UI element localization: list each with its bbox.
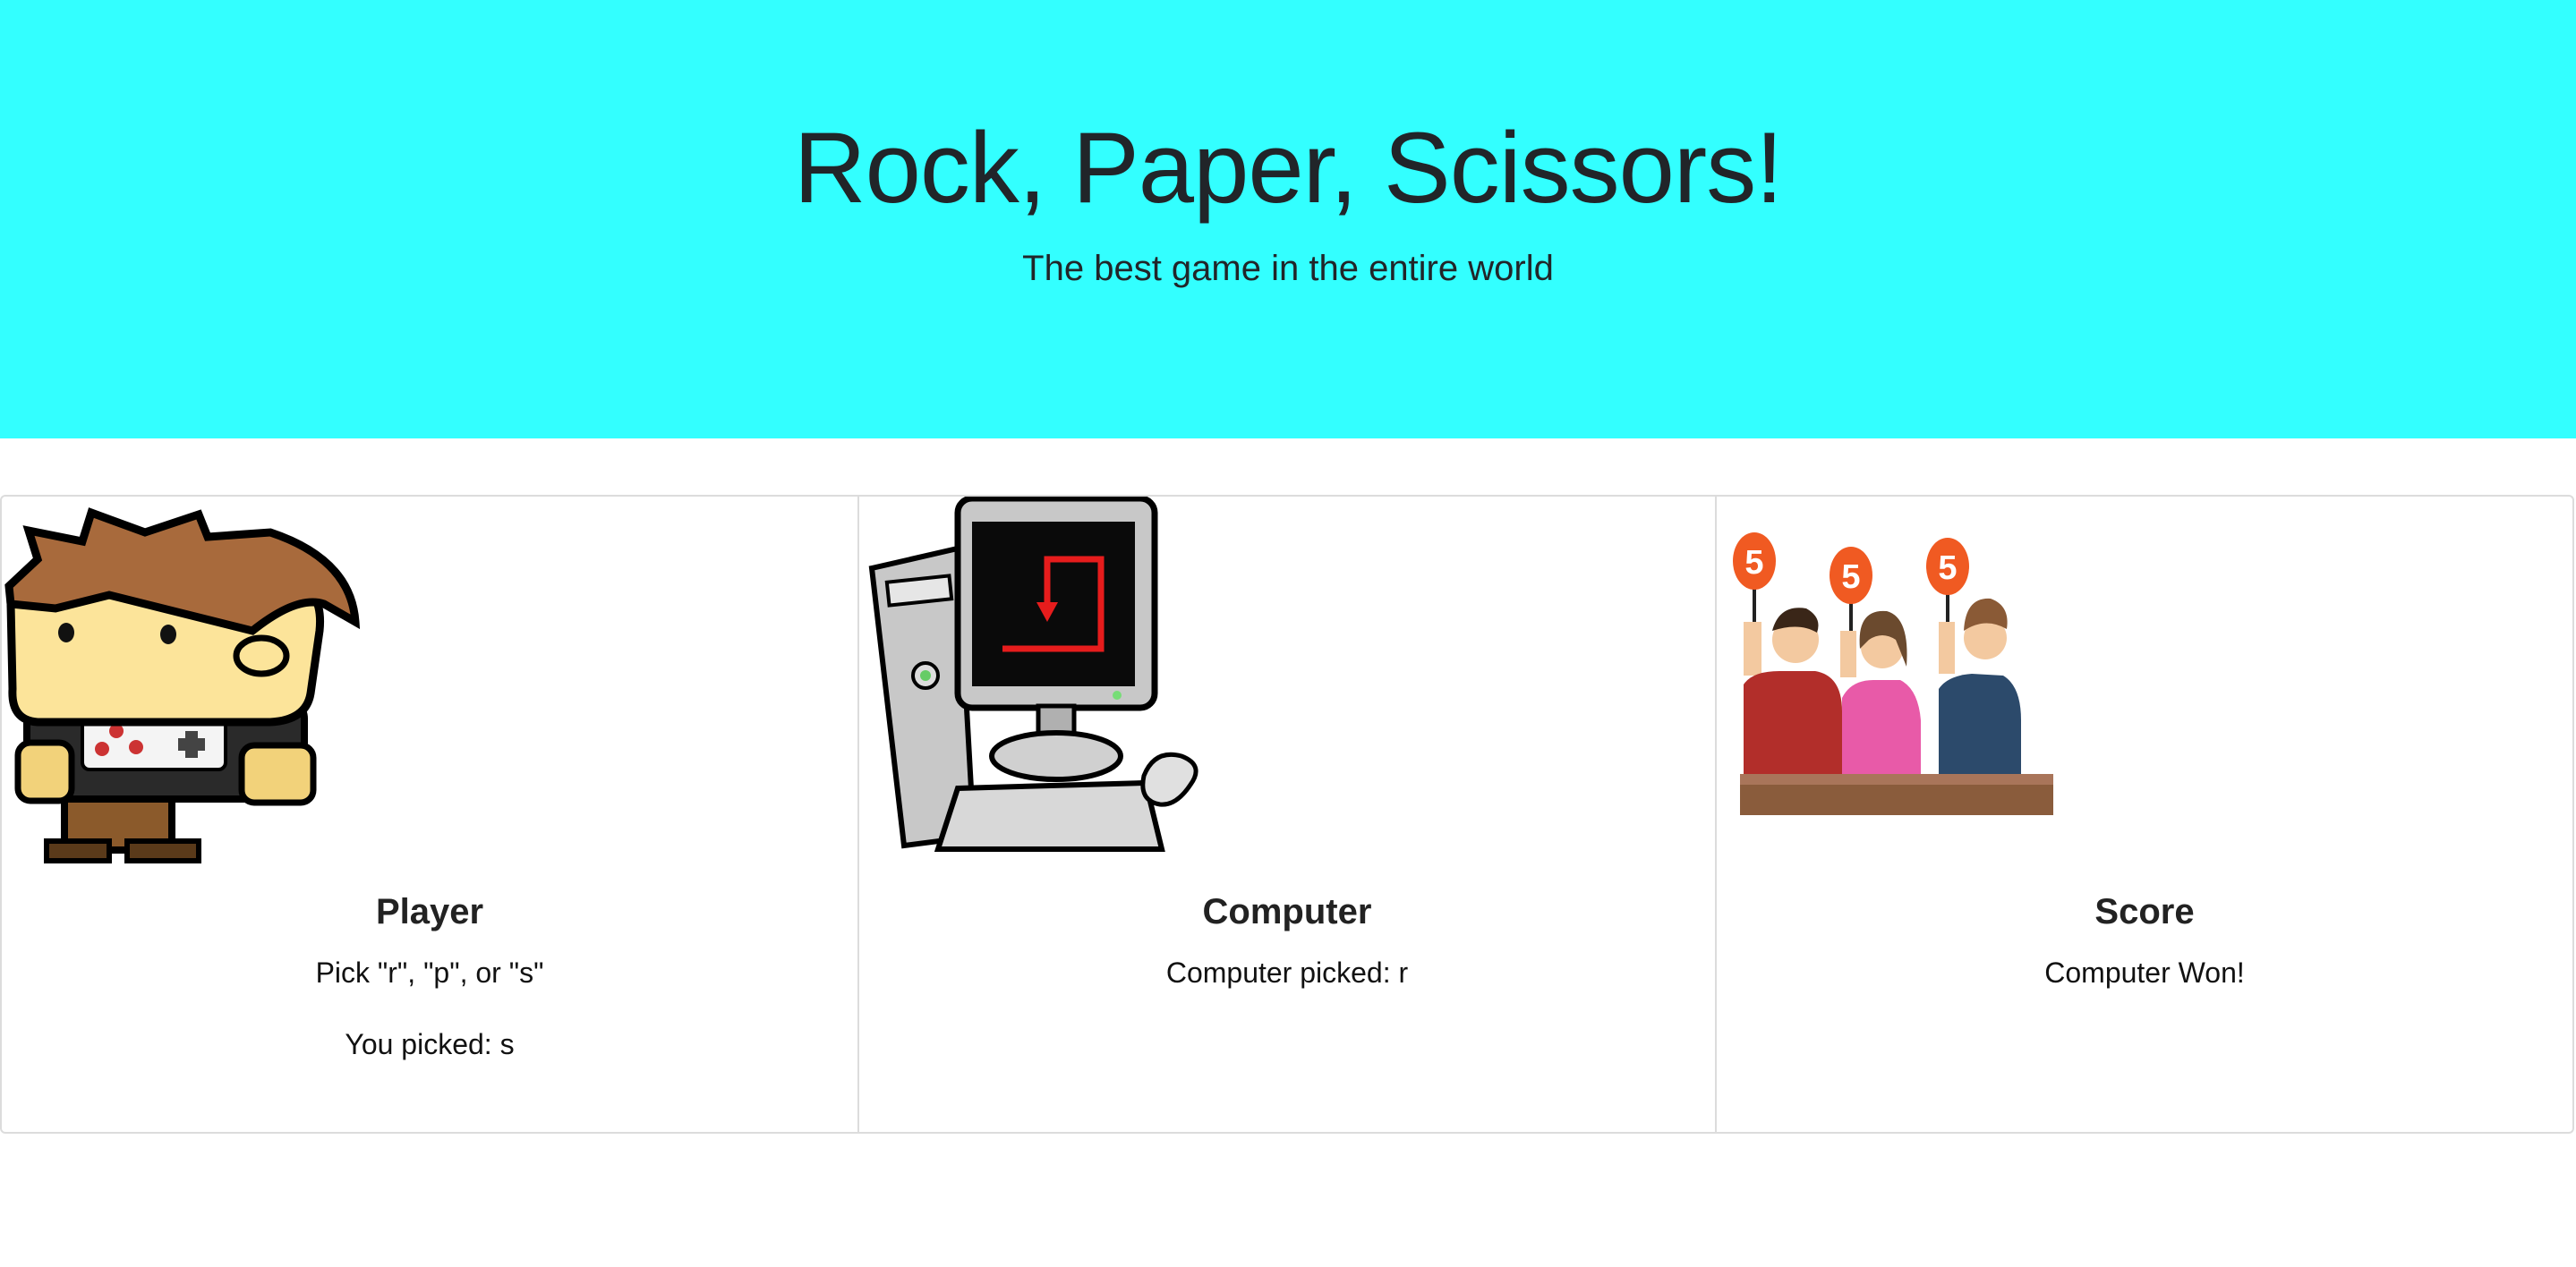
desktop-computer-icon: [868, 497, 1198, 852]
player-instruction: Pick "r", "p", or "s": [315, 957, 544, 989]
svg-text:5: 5: [1744, 544, 1763, 582]
player-card: Player Pick "r", "p", or "s" You picked:…: [2, 497, 857, 1132]
judges-scorecards-icon: 5 5 5: [1733, 532, 2053, 815]
svg-text:5: 5: [1938, 549, 1957, 587]
player-card-title: Player: [375, 892, 484, 931]
page-title: Rock, Paper, Scissors!: [793, 112, 1784, 224]
computer-card: Computer Computer picked: r: [857, 497, 1715, 1132]
score-card-title: Score: [2094, 892, 2195, 931]
score-result: Computer Won!: [2044, 957, 2245, 989]
score-card: 5 5 5 Score Computer Won!: [1715, 497, 2572, 1132]
player-choice: You picked: s: [345, 1028, 515, 1060]
computer-choice: Computer picked: r: [1165, 957, 1409, 989]
cartoon-boy-icon: [4, 507, 361, 863]
header-jumbotron: Rock, Paper, Scissors! The best game in …: [0, 0, 2576, 438]
card-group: Player Pick "r", "p", or "s" You picked:…: [0, 495, 2574, 1134]
svg-text:5: 5: [1841, 558, 1860, 596]
page-subtitle: The best game in the entire world: [1022, 249, 1554, 288]
computer-card-title: Computer: [1202, 892, 1372, 931]
